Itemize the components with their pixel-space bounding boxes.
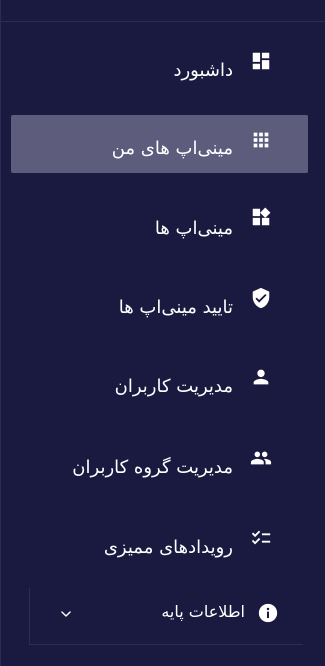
dashboard-icon xyxy=(250,50,272,72)
checklist-icon xyxy=(250,527,272,549)
sidebar-item-label: تایید مینی‌اپ ها xyxy=(118,297,233,318)
widgets-icon xyxy=(250,206,272,228)
sidebar-item-label: رویدادهای ممیزی xyxy=(103,537,233,558)
sidebar-item-dashboard[interactable]: داشبورد xyxy=(11,41,308,99)
info-icon xyxy=(257,602,279,624)
sidebar-item-label: مدیریت گروه کاربران xyxy=(72,457,233,478)
sidebar-item-user-management[interactable]: مدیریت کاربران xyxy=(11,356,308,414)
sidebar: داشبورد مینی‌اپ های من مینی‌اپ ها تایید … xyxy=(0,0,325,666)
apps-grid-icon xyxy=(250,129,272,151)
sidebar-item-my-miniapps[interactable]: مینی‌اپ های من xyxy=(11,115,308,173)
sidebar-item-user-group-management[interactable]: مدیریت گروه کاربران xyxy=(11,437,308,495)
sidebar-item-label: داشبورد xyxy=(173,60,233,81)
top-divider xyxy=(1,21,325,22)
sidebar-item-miniapps[interactable]: مینی‌اپ ها xyxy=(11,198,308,256)
sidebar-item-label: مینی‌اپ های من xyxy=(111,138,233,159)
chevron-down-icon[interactable] xyxy=(59,607,73,621)
sidebar-item-label: مینی‌اپ ها xyxy=(154,218,233,239)
sidebar-item-label: مدیریت کاربران xyxy=(114,376,233,397)
sidebar-group-base-info[interactable]: اطلاعات پایه xyxy=(29,588,303,645)
sidebar-item-approve-miniapps[interactable]: تایید مینی‌اپ ها xyxy=(11,277,308,335)
sidebar-group-label: اطلاعات پایه xyxy=(161,602,245,621)
group-icon xyxy=(250,447,272,469)
verified-shield-icon xyxy=(250,287,272,309)
sidebar-item-audit-events[interactable]: رویدادهای ممیزی xyxy=(11,517,308,575)
person-icon xyxy=(250,366,272,388)
